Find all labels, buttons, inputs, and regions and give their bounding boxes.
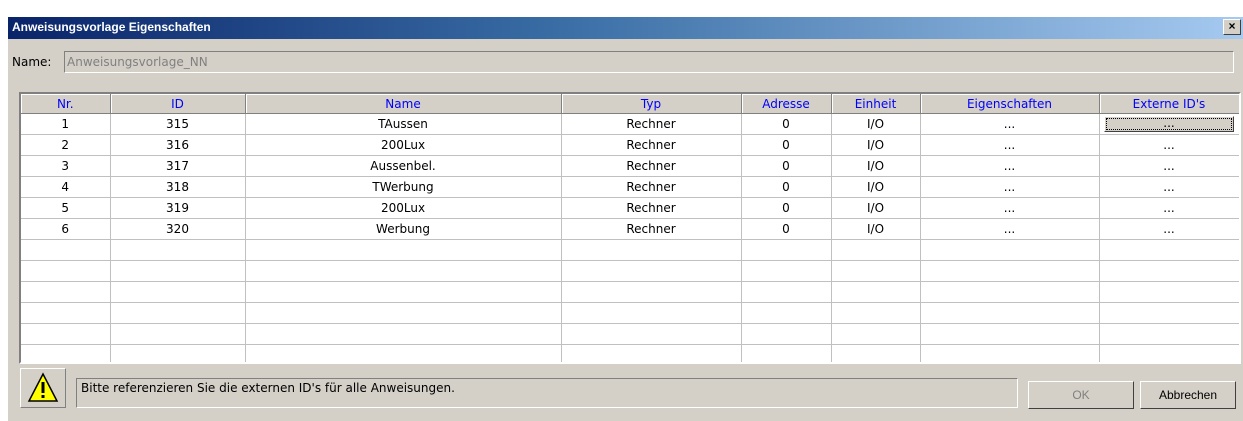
properties-grid[interactable]: Nr. ID Name Typ Adresse Einheit Eigensch… (19, 92, 1241, 364)
window-title: Anweisungsvorlage Eigenschaften (12, 20, 211, 34)
cell-nr: 3 (21, 155, 111, 177)
cell-typ[interactable]: Rechner (561, 113, 742, 135)
ok-button[interactable]: OK (1028, 381, 1134, 409)
cell-nr: 4 (21, 176, 111, 198)
properties-ellipsis-button[interactable]: ... (920, 134, 1100, 156)
cell-id: 320 (110, 218, 246, 240)
cell-name[interactable]: TAussen (245, 113, 562, 135)
table-row[interactable]: 4 318 TWerbung Rechner 0 I/O ... ... (21, 176, 1239, 198)
cell-adresse[interactable]: 0 (741, 197, 832, 219)
name-label: Name: (12, 55, 52, 69)
column-header-name[interactable]: Name (245, 94, 562, 114)
empty-row[interactable] (21, 302, 1239, 324)
cell-name[interactable]: 200Lux (245, 197, 562, 219)
empty-row[interactable] (21, 323, 1239, 345)
properties-ellipsis-button[interactable]: ... (920, 113, 1100, 135)
properties-ellipsis-button[interactable]: ... (920, 176, 1100, 198)
table-row[interactable]: 3 317 Aussenbel. Rechner 0 I/O ... ... (21, 155, 1239, 177)
external-ids-ellipsis-button[interactable]: ... (1099, 155, 1239, 177)
cell-typ[interactable]: Rechner (561, 155, 742, 177)
cell-adresse[interactable]: 0 (741, 176, 832, 198)
grid-header-row: Nr. ID Name Typ Adresse Einheit Eigensch… (21, 94, 1239, 114)
cell-typ[interactable]: Rechner (561, 218, 742, 240)
external-ids-ellipsis-button[interactable]: ... (1104, 116, 1234, 132)
empty-row[interactable] (21, 239, 1239, 261)
table-row[interactable]: 2 316 200Lux Rechner 0 I/O ... ... (21, 134, 1239, 156)
cell-adresse[interactable]: 0 (741, 134, 832, 156)
column-header-typ[interactable]: Typ (561, 94, 742, 114)
title-bar[interactable]: Anweisungsvorlage Eigenschaften × (8, 17, 1243, 39)
cell-typ[interactable]: Rechner (561, 134, 742, 156)
status-message: Bitte referenzieren Sie die externen ID'… (76, 378, 1018, 408)
cell-nr: 5 (21, 197, 111, 219)
cell-id: 317 (110, 155, 246, 177)
column-header-einheit[interactable]: Einheit (831, 94, 921, 114)
properties-ellipsis-button[interactable]: ... (920, 197, 1100, 219)
properties-ellipsis-button[interactable]: ... (920, 218, 1100, 240)
column-header-id[interactable]: ID (110, 94, 246, 114)
properties-ellipsis-button[interactable]: ... (920, 155, 1100, 177)
cell-einheit[interactable]: I/O (831, 197, 921, 219)
cell-name[interactable]: 200Lux (245, 134, 562, 156)
cell-name[interactable]: Werbung (245, 218, 562, 240)
cell-einheit[interactable]: I/O (831, 218, 921, 240)
cell-einheit[interactable]: I/O (831, 113, 921, 135)
cell-nr: 6 (21, 218, 111, 240)
cell-id: 315 (110, 113, 246, 135)
cell-id: 319 (110, 197, 246, 219)
close-button[interactable]: × (1223, 19, 1241, 35)
warning-indicator (20, 368, 66, 408)
close-icon: × (1228, 19, 1236, 33)
table-row[interactable]: 5 319 200Lux Rechner 0 I/O ... ... (21, 197, 1239, 219)
table-row[interactable]: 6 320 Werbung Rechner 0 I/O ... ... (21, 218, 1239, 240)
empty-row[interactable] (21, 344, 1239, 362)
empty-row[interactable] (21, 260, 1239, 282)
grid-table: Nr. ID Name Typ Adresse Einheit Eigensch… (21, 94, 1239, 362)
external-ids-ellipsis-button[interactable]: ... (1099, 176, 1239, 198)
warning-icon (27, 372, 59, 402)
cell-adresse[interactable]: 0 (741, 218, 832, 240)
table-row[interactable]: 1 315 TAussen Rechner 0 I/O ... ... (21, 113, 1239, 135)
cell-id: 316 (110, 134, 246, 156)
cell-einheit[interactable]: I/O (831, 134, 921, 156)
cell-nr: 1 (21, 113, 111, 135)
cell-name[interactable]: Aussenbel. (245, 155, 562, 177)
cell-einheit[interactable]: I/O (831, 155, 921, 177)
external-ids-ellipsis-button[interactable]: ... (1099, 197, 1239, 219)
cancel-button[interactable]: Abbrechen (1140, 381, 1236, 409)
cell-einheit[interactable]: I/O (831, 176, 921, 198)
column-header-externe-ids[interactable]: Externe ID's (1099, 94, 1239, 114)
column-header-adresse[interactable]: Adresse (741, 94, 832, 114)
cell-id: 318 (110, 176, 246, 198)
cell-adresse[interactable]: 0 (741, 155, 832, 177)
column-header-eigenschaften[interactable]: Eigenschaften (920, 94, 1100, 114)
cell-adresse[interactable]: 0 (741, 113, 832, 135)
column-header-nr[interactable]: Nr. (21, 94, 111, 114)
cell-typ[interactable]: Rechner (561, 197, 742, 219)
empty-row[interactable] (21, 281, 1239, 303)
name-field[interactable]: Anweisungsvorlage_NN (64, 51, 1234, 73)
cell-typ[interactable]: Rechner (561, 176, 742, 198)
dialog-window: Anweisungsvorlage Eigenschaften × Name: … (8, 17, 1243, 421)
external-ids-ellipsis-button[interactable]: ... (1099, 134, 1239, 156)
external-ids-cell[interactable]: ... (1099, 113, 1239, 135)
external-ids-ellipsis-button[interactable]: ... (1099, 218, 1239, 240)
cell-name[interactable]: TWerbung (245, 176, 562, 198)
cell-nr: 2 (21, 134, 111, 156)
